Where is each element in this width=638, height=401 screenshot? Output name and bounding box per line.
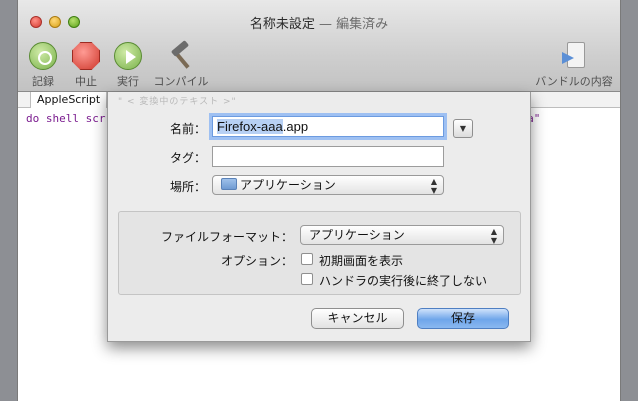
- name-field-extension: .app: [282, 119, 309, 134]
- compile-button[interactable]: コンパイル: [152, 42, 210, 89]
- window-title: 名称未設定 — 編集済み: [18, 13, 620, 32]
- folder-icon: [221, 178, 237, 190]
- where-popup[interactable]: アプリケーション ▲ ▼: [212, 175, 444, 195]
- stay-open-checkbox[interactable]: [301, 273, 313, 285]
- run-label: 実行: [117, 75, 139, 88]
- tab-applescript[interactable]: AppleScript: [30, 92, 108, 108]
- save-button[interactable]: 保存: [417, 308, 509, 329]
- updown-arrows-icon: ▲ ▼: [490, 227, 497, 245]
- tags-field[interactable]: [212, 146, 444, 167]
- startup-screen-label: 初期画面を表示: [319, 254, 404, 268]
- bundle-contents-label: バンドルの内容: [535, 75, 613, 88]
- stay-open-label: ハンドラの実行後に終了しない: [319, 274, 488, 288]
- record-icon: [29, 42, 57, 70]
- chevron-down-icon: ▼: [459, 124, 467, 133]
- window-title-name: 名称未設定: [249, 17, 315, 32]
- play-icon: [114, 42, 142, 70]
- run-button[interactable]: 実行: [112, 42, 144, 89]
- hammer-icon: [167, 42, 195, 70]
- stop-label: 中止: [75, 75, 97, 88]
- bundle-contents-button[interactable]: バンドルの内容: [532, 42, 616, 89]
- compile-label: コンパイル: [153, 75, 209, 88]
- file-format-value: アプリケーション: [309, 228, 405, 242]
- window-title-status: 編集済み: [336, 17, 389, 32]
- name-field[interactable]: Firefox-aaa.app: [212, 116, 444, 137]
- record-label: 記録: [32, 75, 54, 88]
- name-label: 名前：: [169, 122, 206, 136]
- record-button[interactable]: 記録: [28, 42, 58, 89]
- name-field-selection: Firefox-aaa: [217, 119, 283, 134]
- where-popup-value: アプリケーション: [240, 178, 336, 192]
- cancel-button[interactable]: キャンセル: [311, 308, 404, 329]
- script-code-left[interactable]: do shell scr: [26, 112, 105, 125]
- file-format-label: ファイルフォーマット：: [160, 230, 293, 244]
- tags-label: タグ：: [169, 151, 206, 165]
- bundle-contents-icon: [560, 42, 588, 70]
- window-title-separator: —: [314, 17, 337, 32]
- save-sheet: " < 変換中のテキスト >" 名前： Firefox-aaa.app ▼ タグ…: [107, 92, 531, 342]
- titlebar: 名称未設定 — 編集済み 記録 中止 実行 コンパイル バンドルの内容: [18, 0, 620, 92]
- startup-screen-checkbox[interactable]: [301, 253, 313, 265]
- updown-arrows-icon: ▲ ▼: [430, 177, 437, 195]
- sheet-ghost-text: " < 変換中のテキスト >": [118, 97, 237, 107]
- where-label: 場所：: [169, 180, 206, 194]
- expand-browser-button[interactable]: ▼: [453, 119, 473, 138]
- stop-icon: [72, 42, 100, 70]
- options-panel: ファイルフォーマット： アプリケーション ▲ ▼ オプション： 初期画面を表示 ハ…: [118, 211, 521, 295]
- file-format-popup[interactable]: アプリケーション ▲ ▼: [300, 225, 504, 245]
- options-label: オプション：: [220, 254, 293, 268]
- stop-button[interactable]: 中止: [71, 42, 101, 89]
